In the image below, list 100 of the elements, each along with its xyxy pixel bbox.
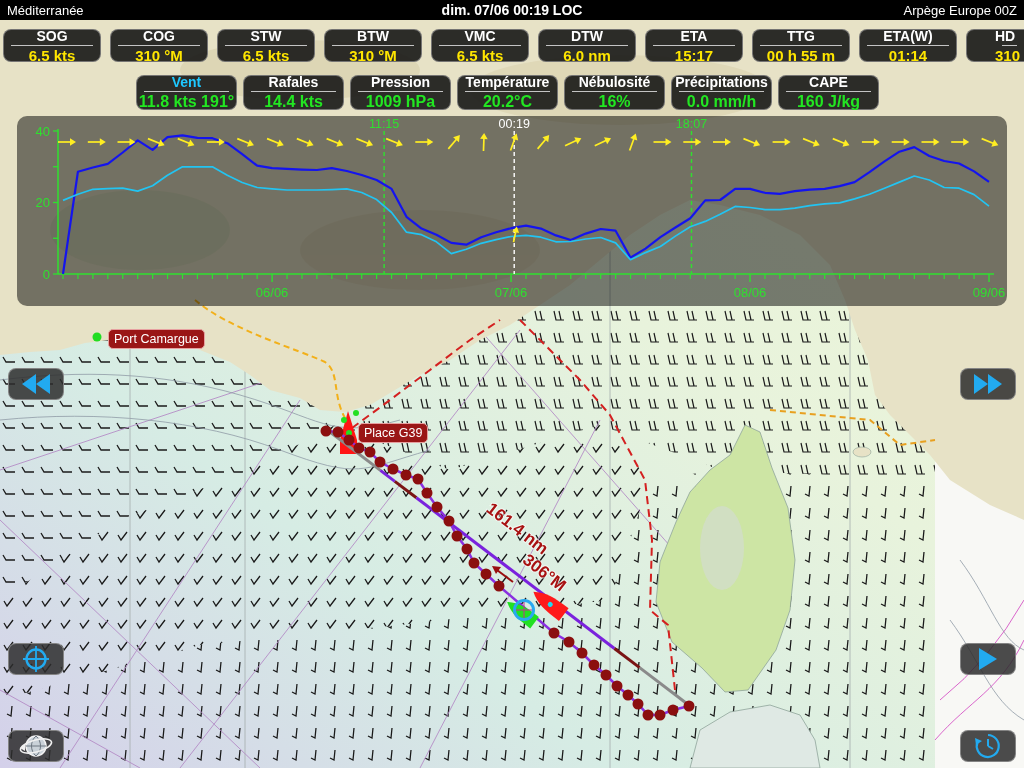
instrument-label: SOG — [36, 28, 68, 43]
axis-tick-label: 40 — [35, 123, 50, 139]
globe-icon — [19, 733, 53, 759]
fast-forward-icon — [973, 373, 1003, 395]
region-label: Méditerranée — [7, 2, 84, 18]
instrument-label: ETA — [680, 28, 708, 43]
instrument-label: COG — [143, 28, 175, 43]
wind-direction-icon — [176, 137, 195, 147]
waypoint-icon — [683, 700, 695, 712]
wind-direction-icon — [742, 137, 761, 147]
play-icon — [978, 647, 998, 671]
center-button[interactable] — [8, 643, 64, 675]
crosshair-icon — [23, 646, 49, 672]
instrument-value: 6.5 kts — [28, 47, 76, 62]
arrow-icon — [492, 566, 514, 583]
waypoint-icon — [320, 425, 332, 437]
instrument-value: 15:17 — [674, 47, 714, 62]
wind-direction-icon — [652, 138, 672, 146]
boat-icon — [507, 602, 539, 629]
time-marker-label: 11:15 — [368, 117, 400, 131]
weather-parameter-button[interactable]: Précipitations 0.0 mm/h — [671, 75, 772, 110]
place-label[interactable]: Port Camargue — [108, 329, 205, 349]
wind-direction-icon — [980, 137, 999, 147]
axis-tick-label: 07/06 — [494, 285, 528, 300]
wind-direction-icon — [536, 135, 550, 150]
instrument-label: DTW — [571, 28, 603, 43]
instrument-label: TTG — [787, 28, 815, 43]
instrument-value: 310 — [995, 47, 1021, 62]
wind-direction-icon — [509, 133, 519, 152]
weather-parameter-button[interactable]: CAPE 160 J/kg — [778, 75, 879, 110]
weather-parameter-button[interactable]: Vent 11.8 kts 191° — [136, 75, 237, 110]
wind-direction-icon — [116, 138, 136, 146]
instrument-label: HD — [995, 28, 1016, 43]
axis-tick-label: 0 — [42, 266, 50, 282]
rewind-icon — [21, 373, 51, 395]
wind-direction-icon — [57, 138, 76, 146]
waypoint-icon — [667, 704, 679, 716]
waypoint-icon — [451, 530, 463, 542]
place-label[interactable]: Place G39 — [358, 423, 429, 443]
rewind-button[interactable] — [8, 368, 64, 400]
wind-direction-icon — [861, 138, 880, 146]
wind-direction-icon — [564, 137, 582, 147]
instrument-value: 310 °M — [135, 47, 183, 62]
axis-tick-label: 20 — [35, 195, 50, 210]
weather-parameter-button[interactable]: Rafales 14.4 kts — [243, 75, 344, 110]
waypoint-icon — [600, 669, 612, 681]
waypoint-icon — [387, 463, 399, 475]
wind-direction-icon — [86, 138, 106, 146]
wind-direction-icon — [802, 137, 820, 147]
waypoint-icon — [632, 698, 644, 710]
wind-direction-icon — [628, 133, 638, 152]
weather-parameter-button[interactable]: Pression 1009 hPa — [350, 75, 451, 110]
time-marker-label: 00:19 — [498, 117, 530, 131]
waypoint-icon — [343, 434, 355, 446]
wind-direction-icon — [206, 138, 225, 146]
instrument-value: 00 h 55 m — [766, 47, 836, 62]
waypoint-icon — [353, 442, 365, 454]
waypoint-icon — [468, 557, 480, 569]
instrument-label: STW — [250, 28, 282, 43]
wind-direction-icon — [447, 135, 460, 150]
clock-button[interactable] — [960, 730, 1016, 762]
weather-parameter-button[interactable]: Température 20.2°C — [457, 75, 558, 110]
waypoint-icon — [611, 680, 623, 692]
instrument-label: VMC — [464, 28, 496, 43]
wind-direction-icon — [712, 138, 731, 146]
waypoint-icon — [654, 709, 666, 721]
wind-direction-icon — [325, 137, 344, 147]
axis-tick-label: 08/06 — [733, 285, 767, 300]
waypoint-icon — [412, 473, 424, 485]
waypoint-icon — [493, 580, 505, 592]
wind-direction-icon — [682, 138, 702, 146]
instrument-value: 310 °M — [349, 47, 397, 62]
wind-direction-icon — [355, 137, 374, 147]
wind-direction-icon — [890, 138, 910, 146]
waypoint-icon — [548, 627, 560, 639]
waypoint-icon — [642, 709, 654, 721]
axis-tick-label: 06/06 — [255, 285, 289, 300]
wind-direction-icon — [512, 226, 520, 243]
axis-tick-label: 09/06 — [972, 285, 1006, 300]
waypoint-icon — [443, 515, 455, 527]
wind-direction-icon — [771, 138, 791, 146]
wind-direction-icon — [296, 137, 314, 147]
instrument-value: 6.5 kts — [242, 47, 290, 62]
datetime-label: dim. 07/06 00:19 LOC — [441, 2, 583, 18]
weather-parameter-button[interactable]: Nébulosité 16% — [564, 75, 665, 110]
instrument-label: BTW — [357, 28, 389, 43]
waypoint-icon — [431, 501, 443, 513]
waypoint-icon — [622, 689, 634, 701]
instrument-value: 6.5 kts — [456, 47, 504, 62]
wind-direction-icon — [414, 138, 434, 146]
island — [852, 446, 872, 458]
waypoint-icon — [364, 446, 376, 458]
play-button[interactable] — [960, 643, 1016, 675]
wind-direction-icon — [266, 137, 284, 147]
globe-button[interactable] — [8, 730, 64, 762]
instrument-label: ETA(W) — [883, 28, 933, 43]
wind-direction-icon — [236, 137, 254, 147]
fast-forward-button[interactable] — [960, 368, 1016, 400]
instrument-value: 6.0 nm — [563, 47, 611, 62]
time-marker-label: 18:07 — [675, 117, 708, 131]
